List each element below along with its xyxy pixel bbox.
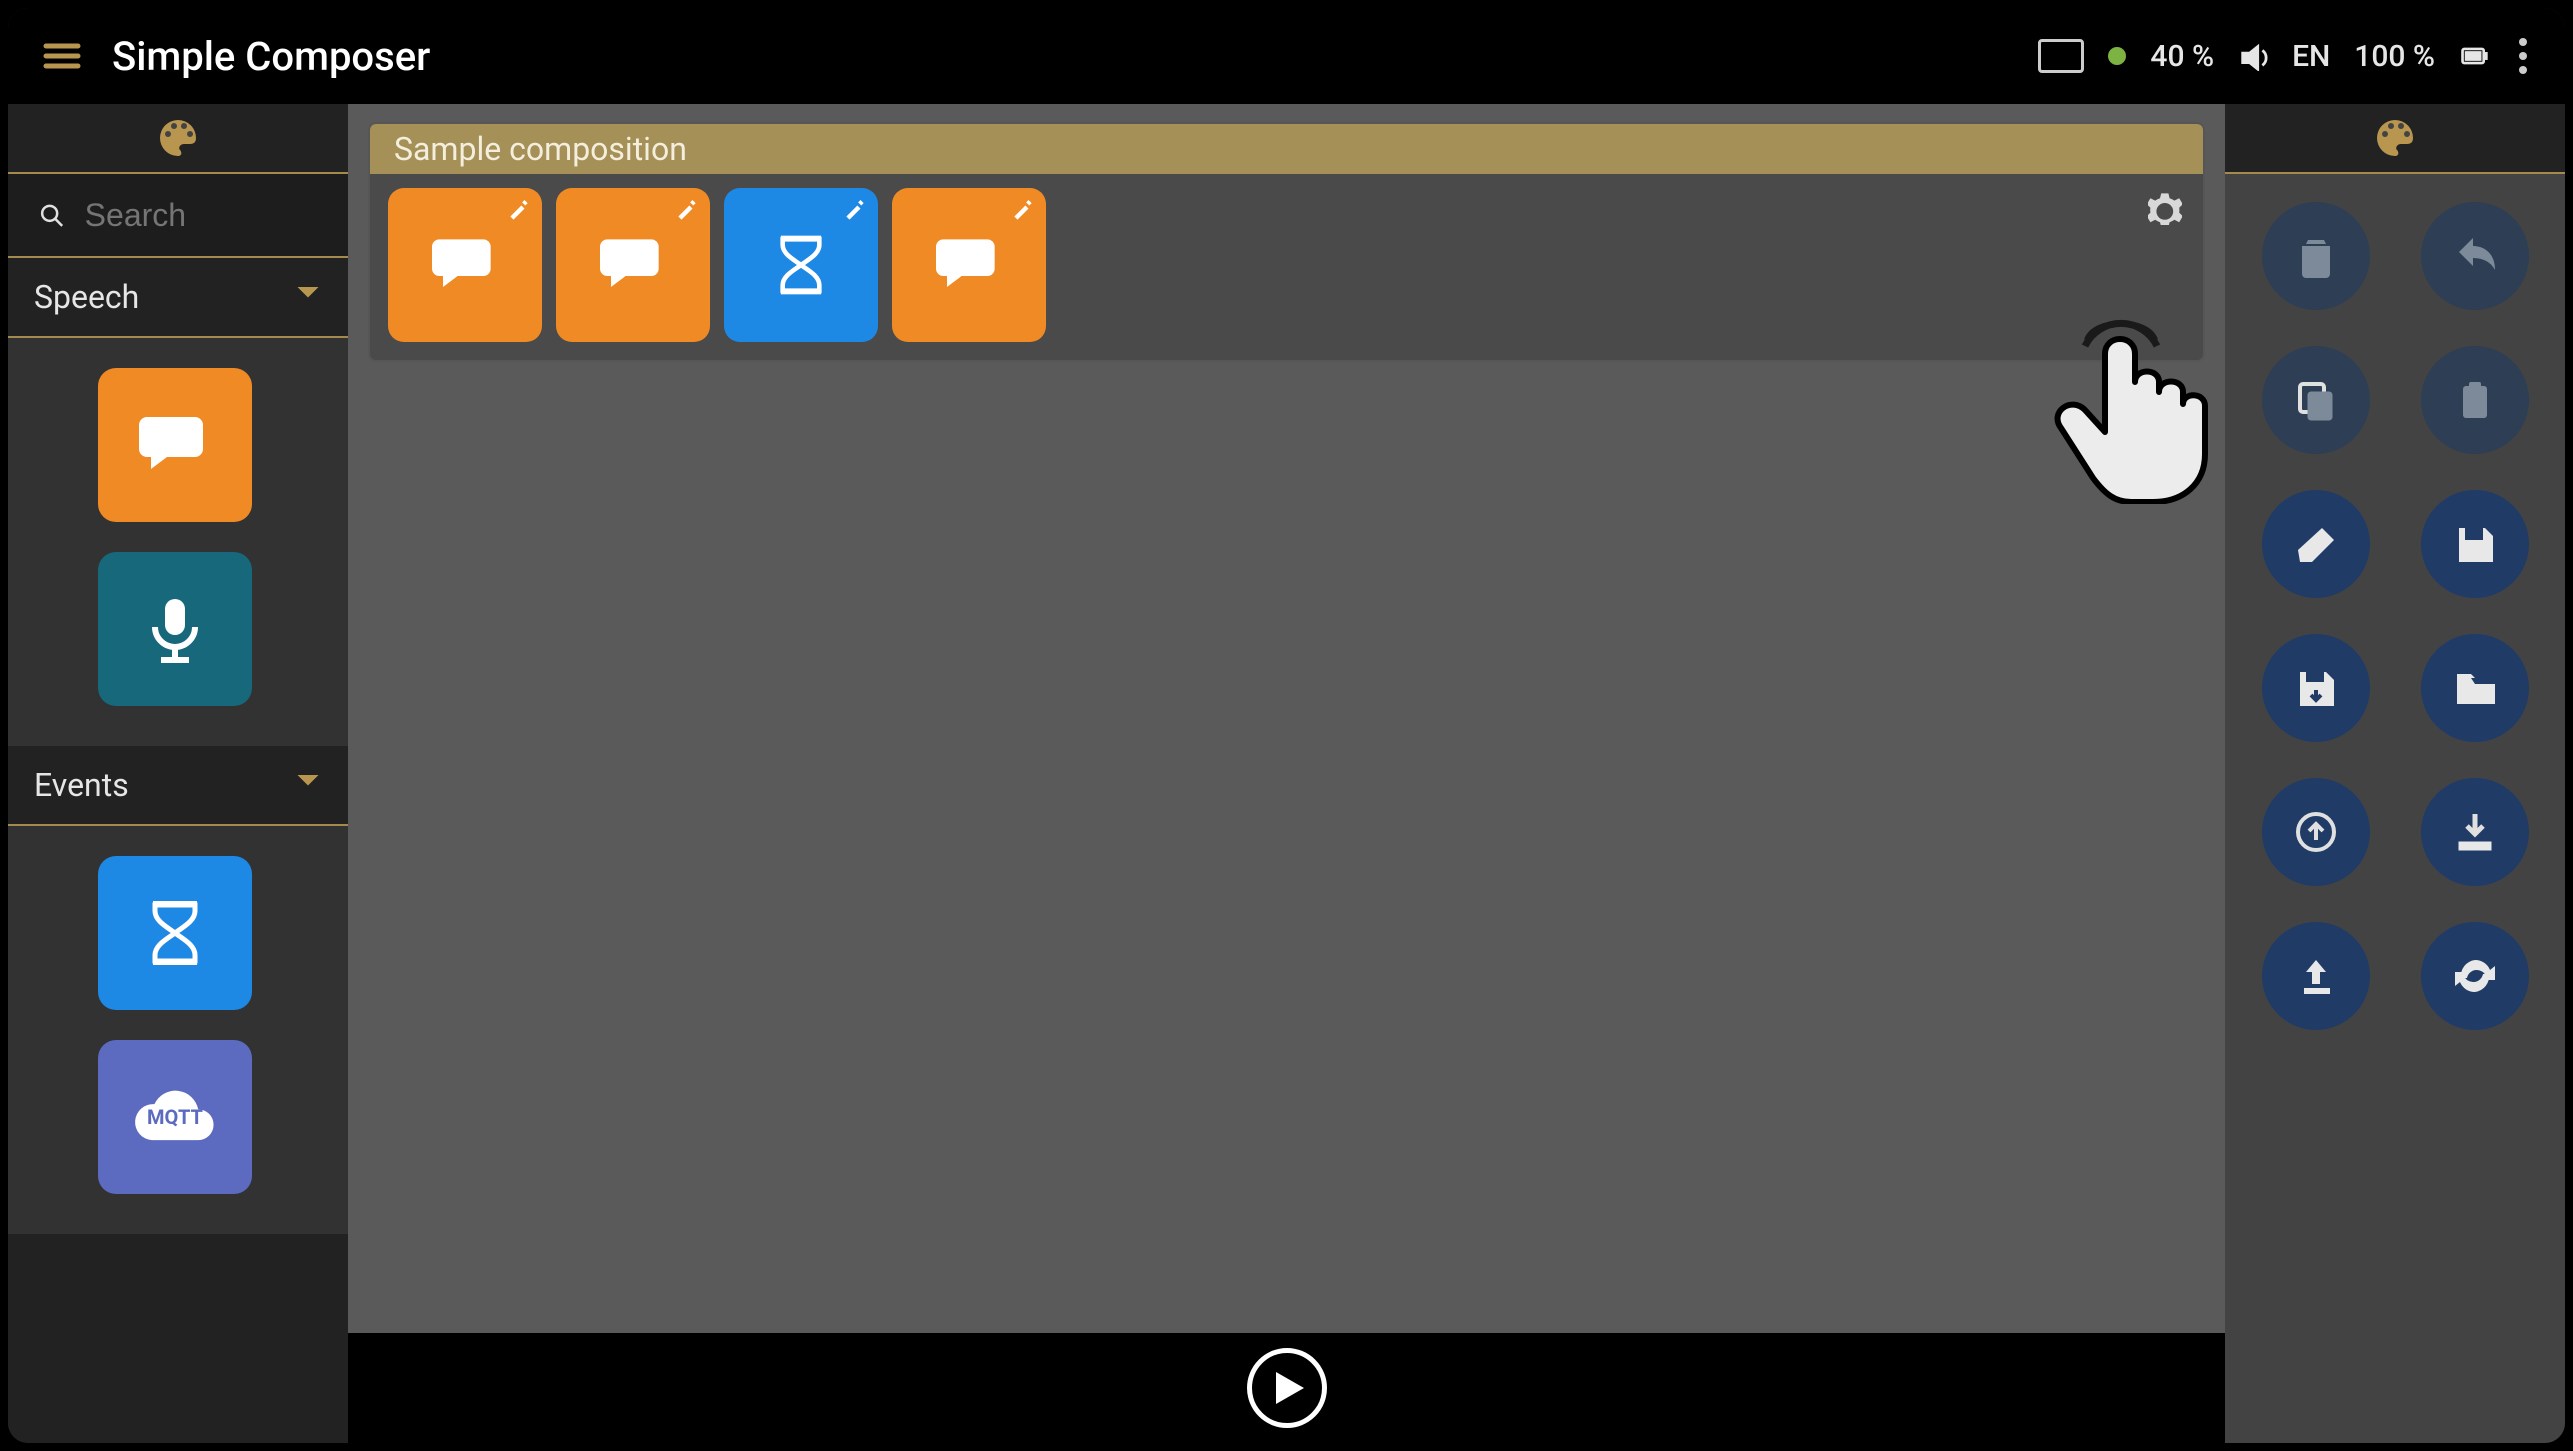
wait-block[interactable] — [98, 856, 252, 1010]
brightness-value: 40 % — [2150, 39, 2214, 74]
save-local-button[interactable] — [2262, 634, 2370, 742]
hamburger-icon — [42, 36, 82, 76]
app-title: Simple Composer — [112, 33, 430, 80]
search-input[interactable] — [85, 197, 318, 234]
composition-block-say[interactable] — [388, 188, 542, 342]
tools-panel — [2225, 104, 2565, 1443]
category-body-speech — [8, 338, 348, 746]
block-palette-panel: Speech Events MQTT — [8, 104, 348, 1443]
edit-icon — [672, 196, 702, 226]
tools-header — [2225, 104, 2565, 174]
composition-block-say[interactable] — [892, 188, 1046, 342]
battery-icon — [2459, 41, 2489, 71]
paste-button[interactable] — [2421, 346, 2529, 454]
composition-title[interactable]: Sample composition — [370, 124, 2203, 174]
install-button[interactable] — [2421, 778, 2529, 886]
palette-header — [8, 104, 348, 174]
delete-button[interactable] — [2262, 202, 2370, 310]
edit-icon — [504, 196, 534, 226]
speech-bubble-icon — [432, 232, 498, 298]
palette-icon — [156, 116, 200, 160]
title-bar: Simple Composer 40 % EN 100 % — [8, 8, 2565, 104]
overflow-menu-button[interactable] — [2513, 32, 2533, 80]
composition-container[interactable]: Sample composition — [368, 122, 2205, 362]
volume-icon[interactable] — [2238, 41, 2268, 71]
clipboard-icon — [2453, 378, 2497, 422]
sync-button[interactable] — [2421, 922, 2529, 1030]
edit-icon — [1008, 196, 1038, 226]
speech-bubble-icon — [139, 409, 211, 481]
copy-button[interactable] — [2262, 346, 2370, 454]
speech-bubble-icon — [600, 232, 666, 298]
sync-icon — [2453, 954, 2497, 998]
screen-icon — [2038, 39, 2084, 73]
export-icon — [2294, 954, 2338, 998]
save-button[interactable] — [2421, 490, 2529, 598]
chevron-down-icon — [294, 766, 322, 804]
microphone-icon — [139, 593, 211, 665]
say-block[interactable] — [98, 368, 252, 522]
undo-button[interactable] — [2421, 202, 2529, 310]
open-button[interactable] — [2421, 634, 2529, 742]
play-bar — [348, 1333, 2225, 1443]
hourglass-icon — [768, 232, 834, 298]
category-label: Speech — [34, 278, 139, 316]
composition-block-wait[interactable] — [724, 188, 878, 342]
status-bar: 40 % EN 100 % — [2038, 32, 2533, 80]
category-label: Events — [34, 766, 129, 804]
category-header-events[interactable]: Events — [8, 746, 348, 826]
language-indicator[interactable]: EN — [2292, 39, 2330, 74]
mqtt-label: MQTT — [147, 1105, 203, 1129]
menu-button[interactable] — [40, 34, 84, 78]
category-header-speech[interactable]: Speech — [8, 258, 348, 338]
category-body-events: MQTT — [8, 826, 348, 1234]
save-drive-icon — [2294, 666, 2338, 710]
palette-icon — [2373, 116, 2417, 160]
eraser-icon — [2294, 522, 2338, 566]
composition-settings-button[interactable] — [2145, 188, 2185, 228]
save-icon — [2453, 522, 2497, 566]
upload-button[interactable] — [2262, 778, 2370, 886]
mqtt-block[interactable]: MQTT — [98, 1040, 252, 1194]
gear-icon — [2148, 191, 2182, 225]
edit-icon — [840, 196, 870, 226]
battery-value: 100 % — [2354, 39, 2435, 74]
hourglass-icon — [139, 897, 211, 969]
clear-button[interactable] — [2262, 490, 2370, 598]
search-row — [8, 174, 348, 258]
speech-bubble-icon — [936, 232, 1002, 298]
trash-icon — [2294, 234, 2338, 278]
copy-icon — [2294, 378, 2338, 422]
export-button[interactable] — [2262, 922, 2370, 1030]
download-install-icon — [2453, 810, 2497, 854]
play-icon — [1272, 1370, 1308, 1406]
canvas-panel: Sample composition — [348, 104, 2225, 1443]
listen-block[interactable] — [98, 552, 252, 706]
chevron-down-icon — [294, 278, 322, 316]
composition-block-say[interactable] — [556, 188, 710, 342]
online-status-dot — [2108, 47, 2126, 65]
folder-open-icon — [2453, 666, 2497, 710]
undo-icon — [2453, 234, 2497, 278]
play-button[interactable] — [1247, 1348, 1327, 1428]
upload-icon — [2294, 810, 2338, 854]
search-icon — [38, 199, 65, 231]
